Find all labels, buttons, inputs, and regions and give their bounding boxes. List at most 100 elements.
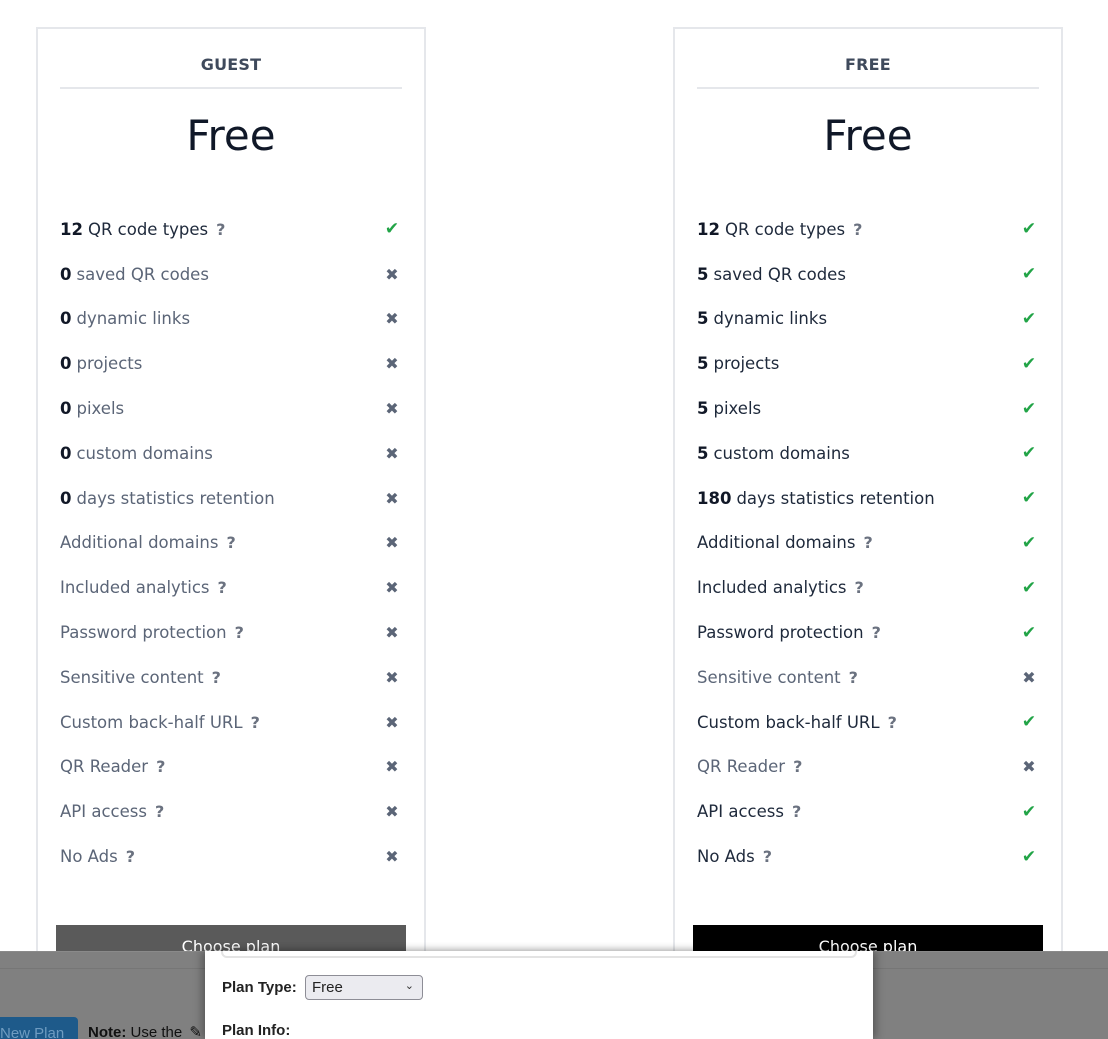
modal-top-border (221, 951, 857, 958)
feature-label: API access? (60, 802, 164, 821)
admin-note: Note: Use the ✎ (88, 1023, 202, 1039)
check-icon: ✔ (1021, 353, 1037, 374)
feature-row: 12 QR code types? ✔ (697, 207, 1039, 252)
feature-row: 5 saved QR codes ✔ (697, 252, 1039, 297)
feature-label: 180 days statistics retention (697, 489, 935, 508)
feature-count: 5 (697, 354, 709, 374)
feature-count: 5 (697, 264, 709, 284)
feature-row: No Ads? ✖ (60, 834, 402, 879)
feature-row: Custom back-half URL? ✔ (697, 700, 1039, 745)
feature-count: 12 (60, 219, 83, 239)
help-icon[interactable]: ? (216, 220, 225, 239)
feature-label: 5 custom domains (697, 444, 850, 463)
feature-label: No Ads? (697, 847, 772, 866)
check-icon: ✔ (1021, 801, 1037, 822)
help-icon[interactable]: ? (156, 757, 165, 776)
check-icon: ✔ (1021, 398, 1037, 419)
feature-text: No Ads (60, 847, 118, 867)
check-icon: ✔ (1021, 264, 1037, 285)
feature-row: Included analytics? ✔ (697, 565, 1039, 610)
feature-row: Password protection? ✖ (60, 610, 402, 655)
feature-count: 180 (697, 488, 732, 508)
help-icon[interactable]: ? (792, 802, 801, 821)
plan-name: FREE (697, 55, 1039, 89)
feature-text: projects (713, 354, 780, 374)
help-icon[interactable]: ? (126, 847, 135, 866)
feature-row: 0 projects ✖ (60, 341, 402, 386)
feature-text: projects (76, 354, 143, 374)
feature-count: 12 (697, 219, 720, 239)
new-plan-button[interactable]: New Plan (0, 1017, 78, 1039)
feature-text: Sensitive content (60, 667, 204, 687)
cross-icon: ✖ (385, 847, 399, 867)
check-icon: ✔ (1021, 622, 1037, 643)
check-icon: ✔ (1021, 846, 1037, 867)
check-icon: ✔ (1021, 443, 1037, 464)
feature-list: 12 QR code types? ✔ 5 saved QR codes ✔ 5 dynami… (697, 207, 1039, 879)
check-icon: ✔ (1021, 219, 1037, 240)
pencil-icon: ✎ (189, 1024, 202, 1039)
feature-text: saved QR codes (713, 264, 846, 284)
feature-row: Custom back-half URL? ✖ (60, 700, 402, 745)
cross-icon: ✖ (385, 354, 399, 374)
feature-label: Custom back-half URL? (697, 713, 897, 732)
feature-text: Password protection (697, 623, 864, 643)
plan-type-select[interactable]: Free ⌄ (305, 975, 423, 1000)
cross-icon: ✖ (1022, 757, 1036, 777)
feature-label: No Ads? (60, 847, 135, 866)
cross-icon: ✖ (385, 757, 399, 777)
check-icon: ✔ (1021, 577, 1037, 598)
note-text: Use the (130, 1024, 183, 1039)
plan-edit-modal: Plan Type: Free ⌄ Plan Info: (205, 951, 873, 1039)
feature-row: 0 dynamic links ✖ (60, 297, 402, 342)
feature-label: 5 pixels (697, 399, 761, 418)
check-icon: ✔ (1021, 532, 1037, 553)
help-icon[interactable]: ? (872, 623, 881, 642)
feature-row: 180 days statistics retention ✔ (697, 476, 1039, 521)
feature-text: No Ads (697, 847, 755, 867)
feature-row: Included analytics? ✖ (60, 565, 402, 610)
feature-text: Custom back-half URL (60, 712, 243, 732)
feature-text: dynamic links (76, 309, 191, 329)
help-icon[interactable]: ? (226, 533, 235, 552)
feature-text: Additional domains (60, 533, 219, 553)
cross-icon: ✖ (385, 309, 399, 329)
feature-text: days statistics retention (736, 488, 935, 508)
feature-row: Additional domains? ✖ (60, 521, 402, 566)
help-icon[interactable]: ? (218, 578, 227, 597)
feature-count: 0 (60, 399, 72, 419)
help-icon[interactable]: ? (853, 220, 862, 239)
cross-icon: ✖ (385, 443, 399, 463)
help-icon[interactable]: ? (888, 713, 897, 732)
feature-text: Additional domains (697, 533, 856, 553)
check-icon: ✔ (1021, 308, 1037, 329)
feature-row: Sensitive content? ✖ (60, 655, 402, 700)
feature-label: 12 QR code types? (697, 220, 862, 239)
help-icon[interactable]: ? (155, 802, 164, 821)
help-icon[interactable]: ? (849, 668, 858, 687)
help-icon[interactable]: ? (212, 668, 221, 687)
feature-count: 0 (60, 354, 72, 374)
help-icon[interactable]: ? (235, 623, 244, 642)
feature-text: Sensitive content (697, 667, 841, 687)
feature-text: Custom back-half URL (697, 712, 880, 732)
note-label: Note: (88, 1024, 127, 1039)
feature-row: 0 days statistics retention ✖ (60, 476, 402, 521)
help-icon[interactable]: ? (251, 713, 260, 732)
feature-row: 12 QR code types? ✔ (60, 207, 402, 252)
feature-label: Sensitive content? (697, 668, 858, 687)
feature-count: 5 (697, 443, 709, 463)
feature-text: pixels (713, 399, 762, 419)
help-icon[interactable]: ? (793, 757, 802, 776)
feature-text: API access (60, 802, 147, 822)
feature-row: 5 projects ✔ (697, 341, 1039, 386)
feature-label: Custom back-half URL? (60, 713, 260, 732)
help-icon[interactable]: ? (855, 578, 864, 597)
help-icon[interactable]: ? (763, 847, 772, 866)
feature-label: 5 dynamic links (697, 309, 827, 328)
feature-text: API access (697, 802, 784, 822)
feature-row: Sensitive content? ✖ (697, 655, 1039, 700)
feature-label: 0 custom domains (60, 444, 213, 463)
feature-row: 0 custom domains ✖ (60, 431, 402, 476)
help-icon[interactable]: ? (863, 533, 872, 552)
